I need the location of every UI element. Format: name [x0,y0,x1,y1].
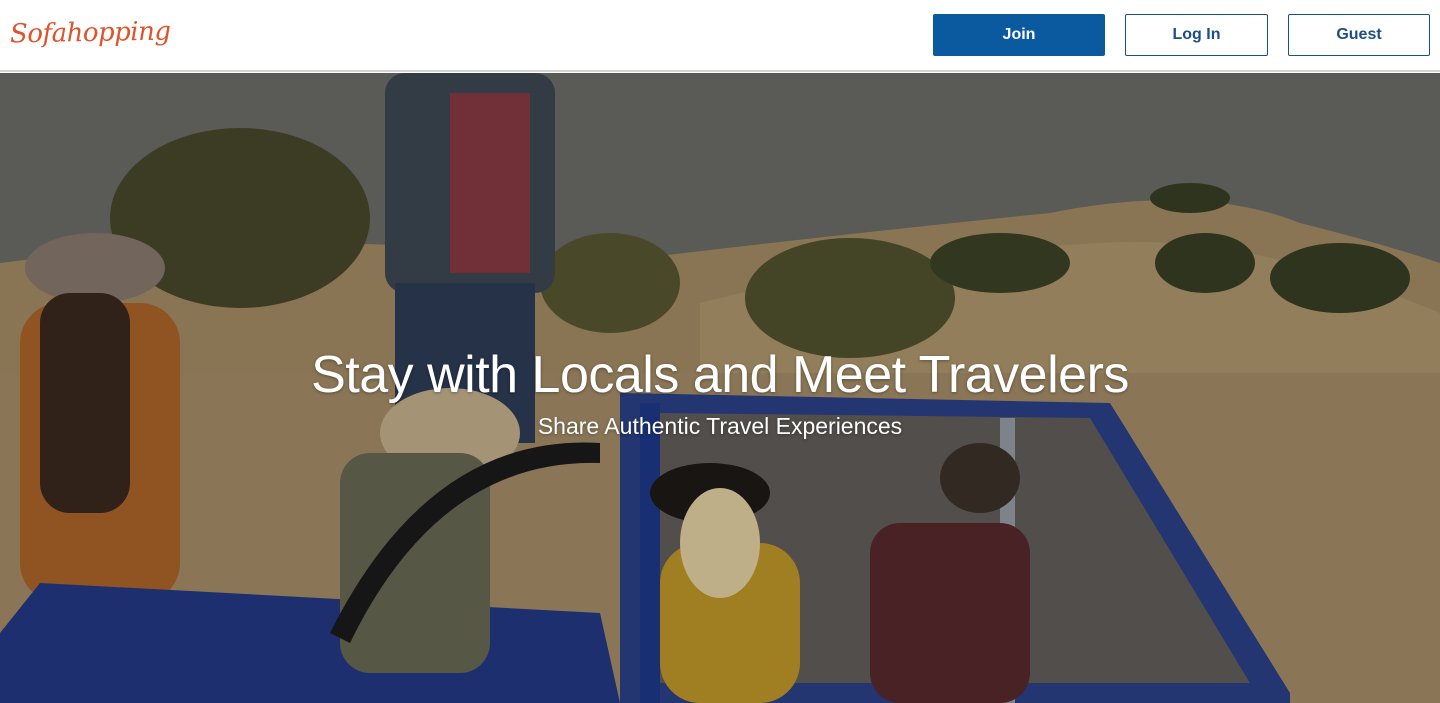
hero-subheadline: Share Authentic Travel Experiences [537,413,903,439]
join-button[interactable]: Join [933,14,1105,56]
hero-banner: Stay with Locals and Meet Travelers Shar… [0,73,1440,703]
log-in-button[interactable]: Log In [1125,14,1268,56]
guest-button[interactable]: Guest [1288,14,1430,56]
hero-headline: Stay with Locals and Meet Travelers [311,346,1129,404]
top-navigation-bar: Sofahopping Join Log In Guest [0,0,1440,72]
sofahopping-logo[interactable]: Sofahopping [10,17,171,50]
